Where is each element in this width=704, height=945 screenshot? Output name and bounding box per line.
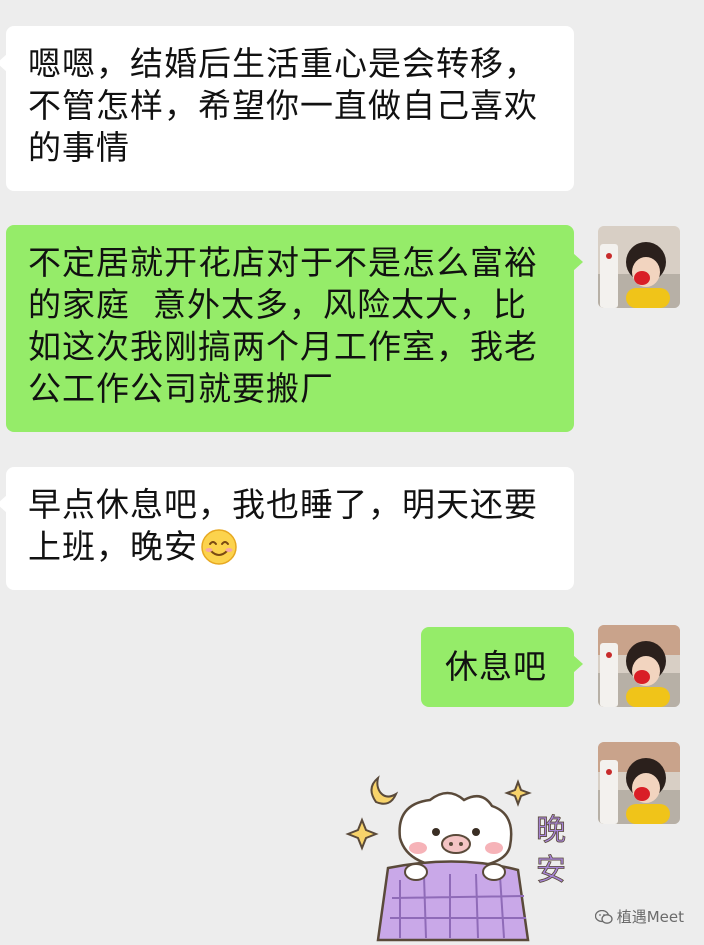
sticker-text-line-2: 安 bbox=[536, 853, 566, 888]
child-photo-avatar-icon[interactable] bbox=[598, 625, 680, 707]
message-text: 不定居就开花店对于不是怎么富裕 的家庭 意外太多，风险太大，比 如这次我刚搞两个… bbox=[28, 243, 538, 408]
pig-goodnight-sticker[interactable]: 晚 安 bbox=[340, 768, 580, 943]
bubble-tail bbox=[573, 655, 583, 673]
message-bubble-incoming[interactable]: 嗯嗯，结婚后生活重心是会转移， 不管怎样，希望你一直做自己喜欢 的事情 bbox=[0, 26, 574, 191]
child-photo-avatar-icon[interactable] bbox=[598, 742, 680, 824]
message-text: 休息吧 bbox=[445, 647, 547, 686]
message-bubble-outgoing[interactable]: 休息吧 bbox=[421, 627, 583, 707]
message-bubble-incoming[interactable]: 早点休息吧，我也睡了，明天还要 上班，晚安 bbox=[0, 467, 574, 590]
message-text: 嗯嗯，结婚后生活重心是会转移， 不管怎样，希望你一直做自己喜欢 的事情 bbox=[28, 44, 538, 167]
bubble-tail bbox=[0, 54, 7, 72]
watermark: 植遇Meet bbox=[594, 906, 684, 927]
bubble-tail bbox=[0, 495, 7, 513]
sticker-text-line-1: 晚 bbox=[536, 813, 566, 848]
bubble-tail bbox=[573, 253, 583, 271]
wechat-official-account-icon bbox=[594, 909, 613, 924]
watermark-text: 植遇Meet bbox=[616, 908, 684, 926]
message-bubble-outgoing[interactable]: 不定居就开花店对于不是怎么富裕 的家庭 意外太多，风险太大，比 如这次我刚搞两个… bbox=[6, 225, 583, 432]
child-photo-avatar-icon[interactable] bbox=[598, 226, 680, 308]
message-text: 早点休息吧，我也睡了，明天还要 上班，晚安 bbox=[28, 485, 538, 566]
smiling-face-emoji bbox=[201, 529, 237, 565]
